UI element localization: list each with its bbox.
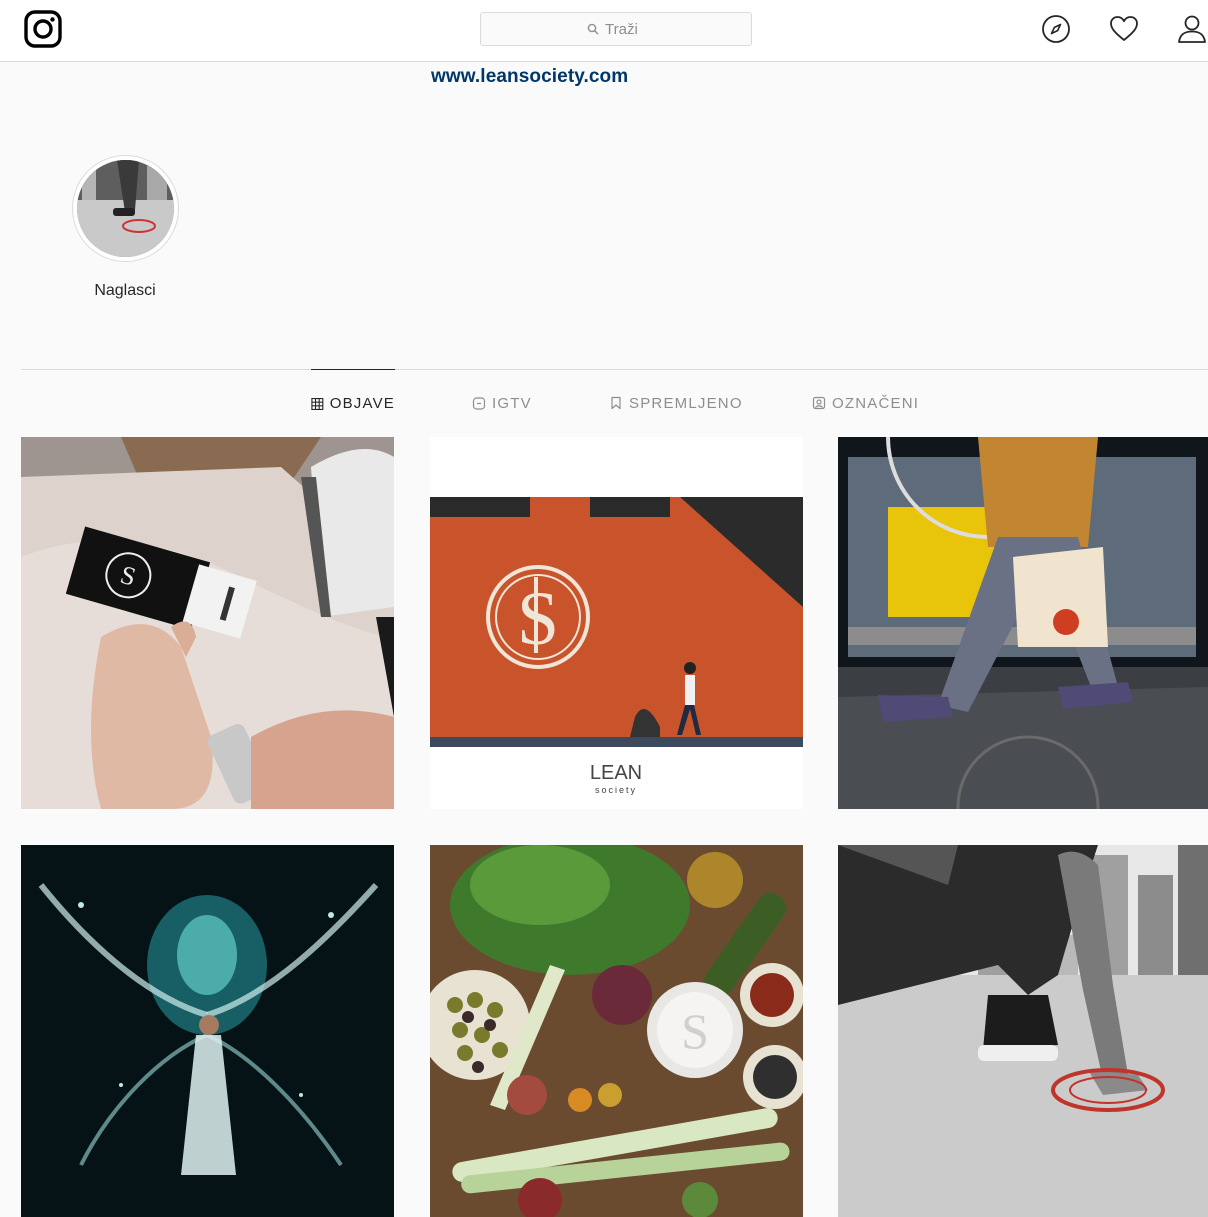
post-image-3 — [838, 437, 1208, 809]
svg-text:S: S — [681, 1003, 709, 1059]
profile-icon[interactable] — [1176, 13, 1208, 45]
post-thumbnail[interactable]: S — [21, 437, 394, 809]
post-image-1: S — [21, 437, 394, 809]
tab-saved-label: SPREMLJENO — [629, 394, 743, 412]
highlight-cover-image — [76, 160, 174, 257]
post-image-5: S — [430, 845, 803, 1217]
post-thumbnail[interactable] — [838, 437, 1208, 809]
tab-igtv-label: IGTV — [492, 394, 532, 412]
bookmark-icon — [611, 396, 621, 410]
post-logo-text: LEAN — [590, 762, 642, 784]
search-icon — [587, 23, 599, 35]
post-image-2: S LEAN society — [430, 437, 803, 809]
post-logo-subtext: society — [595, 785, 637, 795]
post-thumbnail[interactable] — [21, 845, 394, 1217]
post-thumbnail[interactable]: S LEAN society — [430, 437, 803, 809]
tab-posts-label: OBJAVE — [329, 395, 395, 412]
highlight-label: Naglasci — [94, 282, 156, 299]
tab-saved[interactable]: SPREMLJENO — [609, 369, 743, 437]
post-image-6 — [838, 845, 1208, 1217]
instagram-logo-icon[interactable] — [24, 10, 62, 48]
top-navigation-bar — [0, 0, 1208, 62]
profile-website-link[interactable]: www.leansociety.com — [431, 66, 628, 88]
search-input[interactable] — [605, 20, 645, 38]
tab-tagged[interactable]: OZNAČENI — [812, 369, 919, 437]
highlight-ring — [71, 155, 179, 262]
search-box[interactable] — [480, 12, 752, 46]
explore-compass-icon[interactable] — [1040, 13, 1072, 45]
tagged-icon — [812, 396, 826, 410]
post-thumbnail[interactable]: S — [430, 845, 803, 1217]
grid-icon — [311, 397, 324, 410]
igtv-icon — [472, 397, 486, 410]
tab-igtv[interactable]: IGTV — [472, 369, 532, 437]
tab-posts[interactable]: OBJAVE — [311, 369, 395, 437]
post-thumbnail[interactable] — [838, 845, 1208, 1217]
story-highlight[interactable]: Naglasci — [70, 155, 180, 300]
heart-icon[interactable] — [1108, 13, 1140, 45]
post-image-4 — [21, 845, 394, 1217]
tab-tagged-label: OZNAČENI — [832, 394, 920, 412]
